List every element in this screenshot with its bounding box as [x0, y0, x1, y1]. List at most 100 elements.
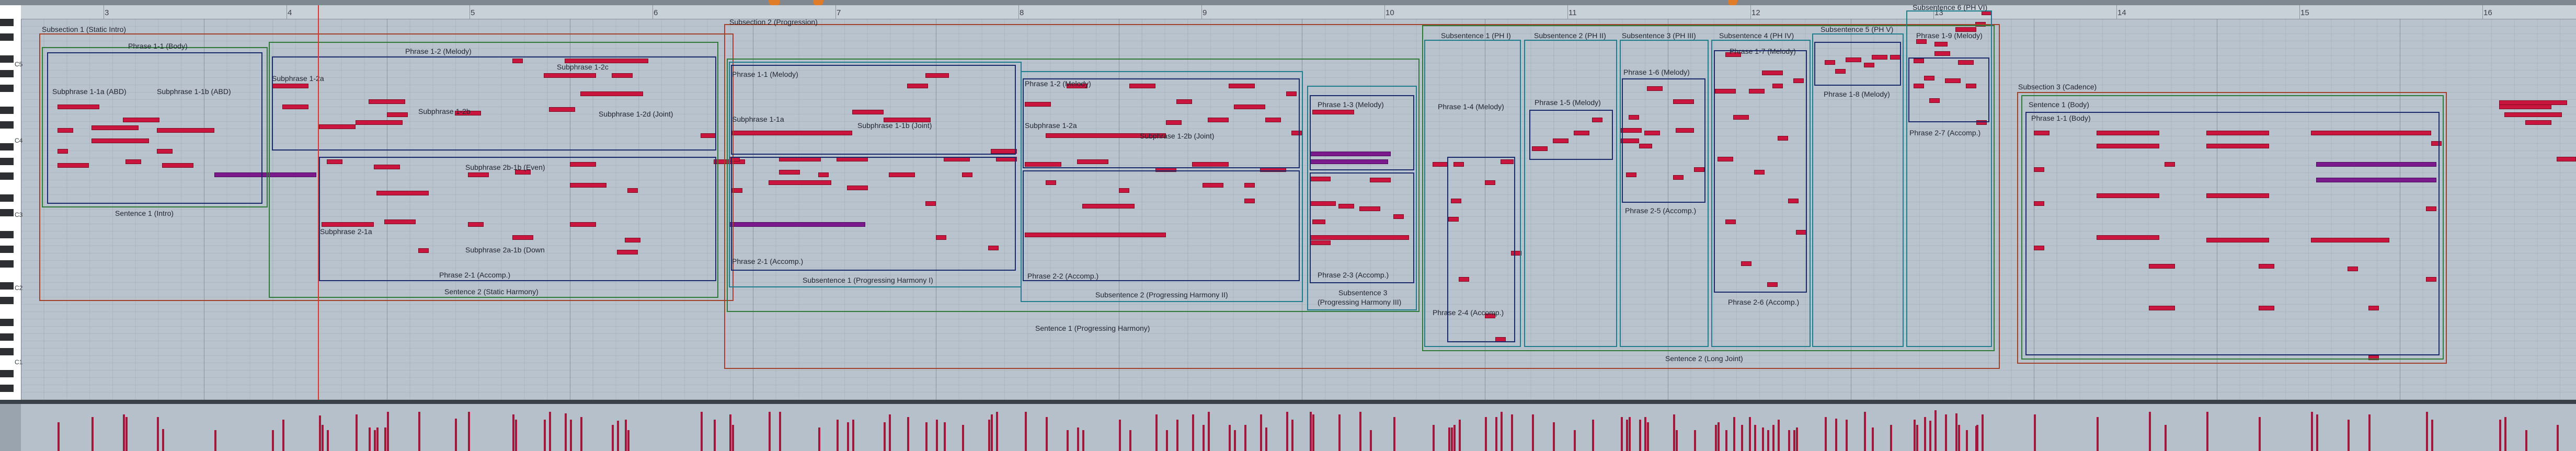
velocity-bar[interactable] — [2426, 412, 2428, 451]
velocity-bar[interactable] — [2097, 430, 2099, 451]
velocity-bar[interactable] — [1359, 412, 1361, 451]
velocity-bar[interactable] — [1511, 414, 1513, 451]
midi-note[interactable] — [2504, 112, 2562, 117]
velocity-bar[interactable] — [1260, 414, 1262, 451]
velocity-bar[interactable] — [1890, 425, 1892, 451]
velocity-bar[interactable] — [1291, 420, 1293, 451]
velocity-bar[interactable] — [1338, 414, 1341, 451]
velocity-bar[interactable] — [617, 421, 619, 451]
velocity-bar[interactable] — [884, 422, 886, 451]
velocity-bar[interactable] — [907, 417, 909, 451]
velocity-bar[interactable] — [2431, 420, 2433, 451]
velocity-bar[interactable] — [319, 415, 321, 451]
velocity-bar[interactable] — [1966, 430, 1968, 451]
velocity-bar[interactable] — [988, 420, 990, 451]
velocity-bar[interactable] — [58, 429, 60, 451]
velocity-bar[interactable] — [1166, 430, 1168, 451]
velocity-bar[interactable] — [1553, 422, 1555, 451]
velocity-bar[interactable] — [356, 414, 358, 451]
velocity-bar[interactable] — [1864, 412, 1866, 451]
velocity-bar[interactable] — [1846, 420, 1848, 451]
velocity-bar[interactable] — [837, 420, 839, 451]
velocity-bar[interactable] — [1046, 417, 1048, 451]
black-key[interactable] — [0, 55, 14, 63]
velocity-bar[interactable] — [570, 422, 572, 451]
velocity-bar[interactable] — [1025, 427, 1027, 451]
velocity-bar[interactable] — [282, 420, 284, 451]
velocity-bar[interactable] — [1176, 420, 1178, 451]
velocity-bar[interactable] — [418, 412, 420, 451]
velocity-bar[interactable] — [1067, 430, 1069, 451]
black-key[interactable] — [0, 260, 14, 268]
velocity-bar[interactable] — [1592, 420, 1594, 451]
velocity-bar[interactable] — [384, 427, 386, 451]
velocity-bar[interactable] — [1982, 414, 1984, 451]
velocity-bar[interactable] — [1825, 417, 1827, 451]
velocity-bar[interactable] — [214, 430, 216, 451]
velocity-bar[interactable] — [1725, 430, 1727, 451]
velocity-bar[interactable] — [1495, 417, 1497, 451]
velocity-bar[interactable] — [1082, 430, 1084, 451]
velocity-bar[interactable] — [1924, 417, 1926, 451]
velocity-bar[interactable] — [2311, 412, 2313, 451]
editor-divider[interactable] — [0, 400, 2576, 404]
velocity-bar[interactable] — [962, 425, 964, 451]
velocity-bar[interactable] — [2557, 425, 2559, 451]
velocity-bar[interactable] — [1975, 426, 1977, 451]
velocity-bar[interactable] — [369, 427, 371, 451]
velocity-bar[interactable] — [125, 417, 128, 451]
velocity-bar[interactable] — [123, 414, 125, 451]
velocity-bar[interactable] — [1244, 430, 1246, 451]
velocity-bar[interactable] — [1229, 425, 1231, 451]
velocity-bar[interactable] — [729, 414, 731, 451]
velocity-bar[interactable] — [565, 413, 567, 451]
velocity-bar[interactable] — [1762, 427, 1764, 451]
velocity-bar[interactable] — [1129, 430, 1131, 451]
velocity-bar[interactable] — [515, 420, 517, 451]
velocity-bar[interactable] — [991, 414, 993, 451]
velocity-bar[interactable] — [1077, 427, 1079, 451]
black-key[interactable] — [0, 297, 14, 304]
velocity-bar[interactable] — [1532, 414, 1534, 451]
velocity-bar[interactable] — [512, 414, 514, 451]
velocity-bar[interactable] — [1459, 420, 1461, 451]
velocity-bar[interactable] — [2149, 412, 2151, 451]
velocity-bar[interactable] — [1914, 420, 1916, 451]
velocity-bar[interactable] — [714, 420, 716, 451]
midi-note[interactable] — [2525, 120, 2551, 125]
velocity-bar[interactable] — [1718, 422, 1720, 451]
velocity-bar[interactable] — [1767, 430, 1769, 451]
velocity-bar[interactable] — [1754, 425, 1756, 451]
velocity-bar[interactable] — [1626, 420, 1628, 451]
velocity-bar[interactable] — [162, 429, 164, 451]
black-key[interactable] — [0, 158, 14, 165]
velocity-bar[interactable] — [701, 412, 703, 451]
velocity-bar[interactable] — [2316, 414, 2318, 451]
velocity-bar[interactable] — [468, 425, 470, 451]
velocity-bar[interactable] — [2259, 417, 2261, 451]
velocity-bar[interactable] — [1393, 417, 1395, 451]
velocity-bar[interactable] — [1574, 430, 1576, 451]
velocity-bar[interactable] — [1945, 414, 1947, 451]
velocity-bar[interactable] — [549, 412, 551, 451]
black-key[interactable] — [0, 370, 14, 377]
velocity-bar[interactable] — [1629, 417, 1631, 451]
velocity-bar[interactable] — [1733, 417, 1735, 451]
velocity-bar[interactable] — [1621, 427, 1623, 451]
black-key[interactable] — [0, 282, 14, 290]
velocity-bar[interactable] — [272, 430, 274, 451]
velocity-bar[interactable] — [1312, 414, 1314, 451]
velocity-bar[interactable] — [769, 412, 771, 451]
velocity-bar[interactable] — [2525, 430, 2527, 451]
black-key[interactable] — [0, 246, 14, 253]
velocity-bar[interactable] — [544, 420, 546, 451]
velocity-bar[interactable] — [612, 425, 614, 451]
velocity-bar[interactable] — [2368, 414, 2371, 451]
velocity-bar[interactable] — [1208, 412, 1210, 451]
velocity-bar[interactable] — [1955, 413, 1957, 451]
black-key[interactable] — [0, 85, 14, 92]
black-key[interactable] — [0, 143, 14, 151]
velocity-bar[interactable] — [1192, 414, 1194, 451]
velocity-bar[interactable] — [1916, 425, 1918, 451]
velocity-bar[interactable] — [1451, 427, 1453, 451]
